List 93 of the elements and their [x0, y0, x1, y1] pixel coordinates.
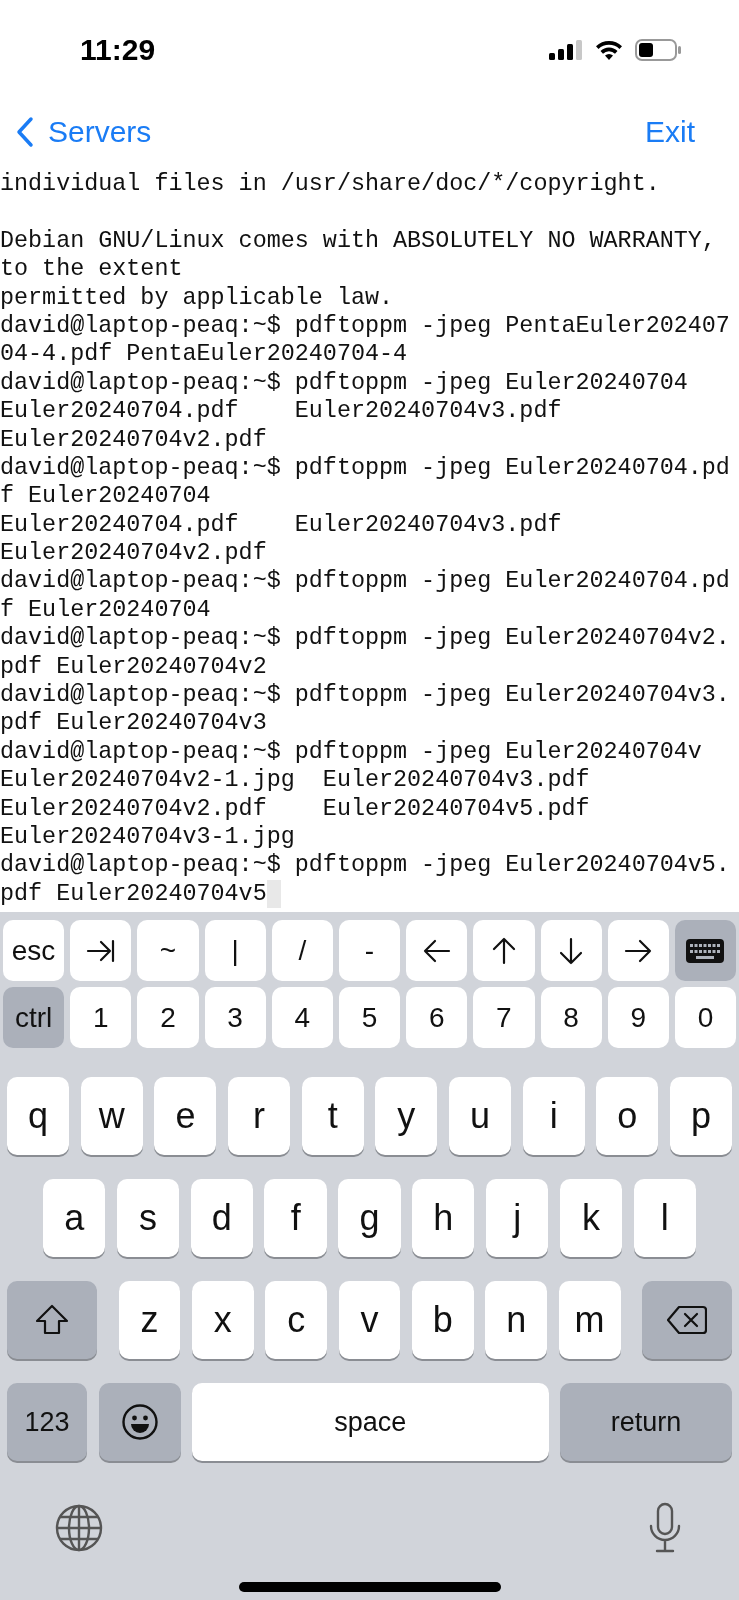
- accessory-key[interactable]: 9: [607, 987, 669, 1049]
- accessory-key[interactable]: 3: [204, 987, 266, 1049]
- signal-icon: [549, 40, 583, 60]
- emoji-key[interactable]: [98, 1383, 181, 1462]
- letter-key[interactable]: s: [116, 1179, 180, 1258]
- accessory-key[interactable]: 1: [70, 987, 132, 1049]
- accessory-key[interactable]: 5: [338, 987, 401, 1049]
- letter-key[interactable]: c: [265, 1281, 328, 1360]
- status-time: 11:29: [80, 33, 156, 67]
- numbers-key[interactable]: 123: [7, 1383, 87, 1462]
- terminal-line: pdf Euler20240704v2: [0, 652, 267, 682]
- keyboard-icon: [686, 938, 725, 963]
- letter-key[interactable]: k: [559, 1179, 623, 1258]
- terminal-line: david@laptop-peaq:~$ pdftoppm -jpeg Euler20240704v3.: [0, 681, 730, 710]
- accessory-key[interactable]: 0: [674, 987, 737, 1049]
- letter-key[interactable]: f: [264, 1179, 327, 1258]
- emoji-icon: [120, 1403, 159, 1442]
- terminal-line: 04-4.pdf PentaEuler20240704-4: [0, 340, 408, 369]
- terminal-line: to the extent: [0, 255, 183, 284]
- shift-icon: [35, 1304, 69, 1337]
- letter-key[interactable]: j: [485, 1179, 549, 1258]
- letter-key[interactable]: p: [669, 1077, 733, 1156]
- microphone-icon[interactable]: [647, 1502, 683, 1555]
- terminal-line: pdf Euler20240704v3: [0, 709, 267, 738]
- battery-icon: [635, 39, 681, 61]
- accessory-key[interactable]: 8: [540, 987, 602, 1049]
- letter-key[interactable]: t: [301, 1077, 364, 1156]
- letter-key[interactable]: h: [412, 1179, 475, 1258]
- terminal-line: Debian GNU/Linux comes with ABSOLUTELY NO WARRANTY,: [0, 226, 716, 256]
- accessory-key[interactable]: /: [271, 920, 333, 982]
- letter-key[interactable]: a: [43, 1179, 106, 1258]
- letter-key[interactable]: b: [411, 1281, 474, 1360]
- terminal-line: Euler20240704v2.pdf: [0, 425, 267, 454]
- letter-key[interactable]: o: [596, 1077, 659, 1156]
- terminal-line: Euler20240704v2-1.jpg Euler20240704v3.pdf: [0, 766, 590, 795]
- letter-key[interactable]: r: [227, 1077, 291, 1156]
- terminal-line: david@laptop-peaq:~$ pdftoppm -jpeg Euler20240704v5.: [0, 851, 730, 880]
- accessory-key[interactable]: esc: [3, 920, 65, 982]
- accessory-key[interactable]: ~: [137, 920, 199, 982]
- terminal-line: Euler20240704v3-1.jpg: [0, 823, 295, 852]
- letter-key[interactable]: w: [80, 1077, 143, 1156]
- terminal-line: david@laptop-peaq:~$ pdftoppm -jpeg Euler20240704v: [0, 737, 702, 767]
- right-arrow-key[interactable]: [607, 920, 669, 982]
- up-arrow-key[interactable]: [473, 920, 535, 982]
- terminal-line: individual files in /usr/share/doc/*/copyright.: [0, 170, 660, 199]
- accessory-key[interactable]: |: [204, 920, 266, 982]
- terminal-line: f Euler20240704: [0, 482, 211, 511]
- tab-key-icon: [85, 937, 116, 964]
- accessory-key[interactable]: 4: [271, 987, 333, 1049]
- letter-key[interactable]: m: [558, 1281, 621, 1360]
- terminal-line: david@laptop-peaq:~$ pdftoppm -jpeg PentaEuler202407: [0, 311, 730, 341]
- chevron-left-icon: [16, 116, 34, 148]
- letter-key[interactable]: l: [633, 1179, 696, 1258]
- accessory-key[interactable]: 7: [473, 987, 535, 1049]
- letter-key[interactable]: g: [338, 1179, 401, 1258]
- letter-key[interactable]: z: [118, 1281, 181, 1360]
- letter-key[interactable]: y: [375, 1077, 438, 1156]
- accessory-key[interactable]: 6: [406, 987, 468, 1049]
- terminal-line: Euler20240704v2.pdf: [0, 539, 267, 568]
- back-button[interactable]: Servers: [16, 115, 152, 149]
- accessory-key[interactable]: 2: [137, 987, 199, 1049]
- return-key[interactable]: return: [560, 1383, 732, 1462]
- letter-key[interactable]: d: [190, 1179, 253, 1258]
- letter-key[interactable]: n: [485, 1281, 548, 1360]
- left-arrow-key[interactable]: [406, 920, 468, 982]
- exit-button[interactable]: Exit: [645, 115, 695, 149]
- letter-key[interactable]: i: [522, 1077, 585, 1156]
- terminal-line: Euler20240704.pdf Euler20240704v3.pdf: [0, 397, 562, 426]
- globe-icon[interactable]: [54, 1503, 104, 1554]
- terminal-line: Euler20240704v2.pdf Euler20240704v5.pdf: [0, 794, 590, 823]
- letter-key[interactable]: e: [154, 1077, 217, 1156]
- letter-key[interactable]: v: [338, 1281, 401, 1360]
- backspace-icon: [667, 1305, 707, 1336]
- terminal-line: f Euler20240704: [0, 595, 211, 625]
- shift-key[interactable]: [7, 1281, 97, 1360]
- terminal-line: pdf Euler20240704v5: [0, 879, 267, 909]
- accessory-key[interactable]: -: [338, 920, 401, 982]
- accessory-key[interactable]: ctrl: [3, 987, 65, 1049]
- terminal-line: david@laptop-peaq:~$ pdftoppm -jpeg Euler20240704v2.: [0, 624, 730, 653]
- letter-key[interactable]: q: [7, 1077, 70, 1156]
- letter-key[interactable]: x: [191, 1281, 254, 1360]
- backspace-key[interactable]: [642, 1281, 732, 1360]
- terminal-line: david@laptop-peaq:~$ pdftoppm -jpeg Euler20240704.pd: [0, 567, 730, 596]
- terminal-line: david@laptop-peaq:~$ pdftoppm -jpeg Euler20240704.pd: [0, 453, 730, 483]
- terminal-line: david@laptop-peaq:~$ pdftoppm -jpeg Euler20240704: [0, 368, 688, 398]
- terminal-line: Euler20240704.pdf Euler20240704v3.pdf: [0, 510, 562, 540]
- wifi-icon: [595, 40, 623, 60]
- hide-keyboard-key[interactable]: [674, 920, 737, 982]
- tab-key[interactable]: [70, 920, 132, 982]
- terminal-line: permitted by applicable law.: [0, 283, 394, 312]
- space-key[interactable]: space: [192, 1383, 549, 1462]
- down-arrow-key[interactable]: [540, 920, 602, 982]
- letter-key[interactable]: u: [448, 1077, 512, 1156]
